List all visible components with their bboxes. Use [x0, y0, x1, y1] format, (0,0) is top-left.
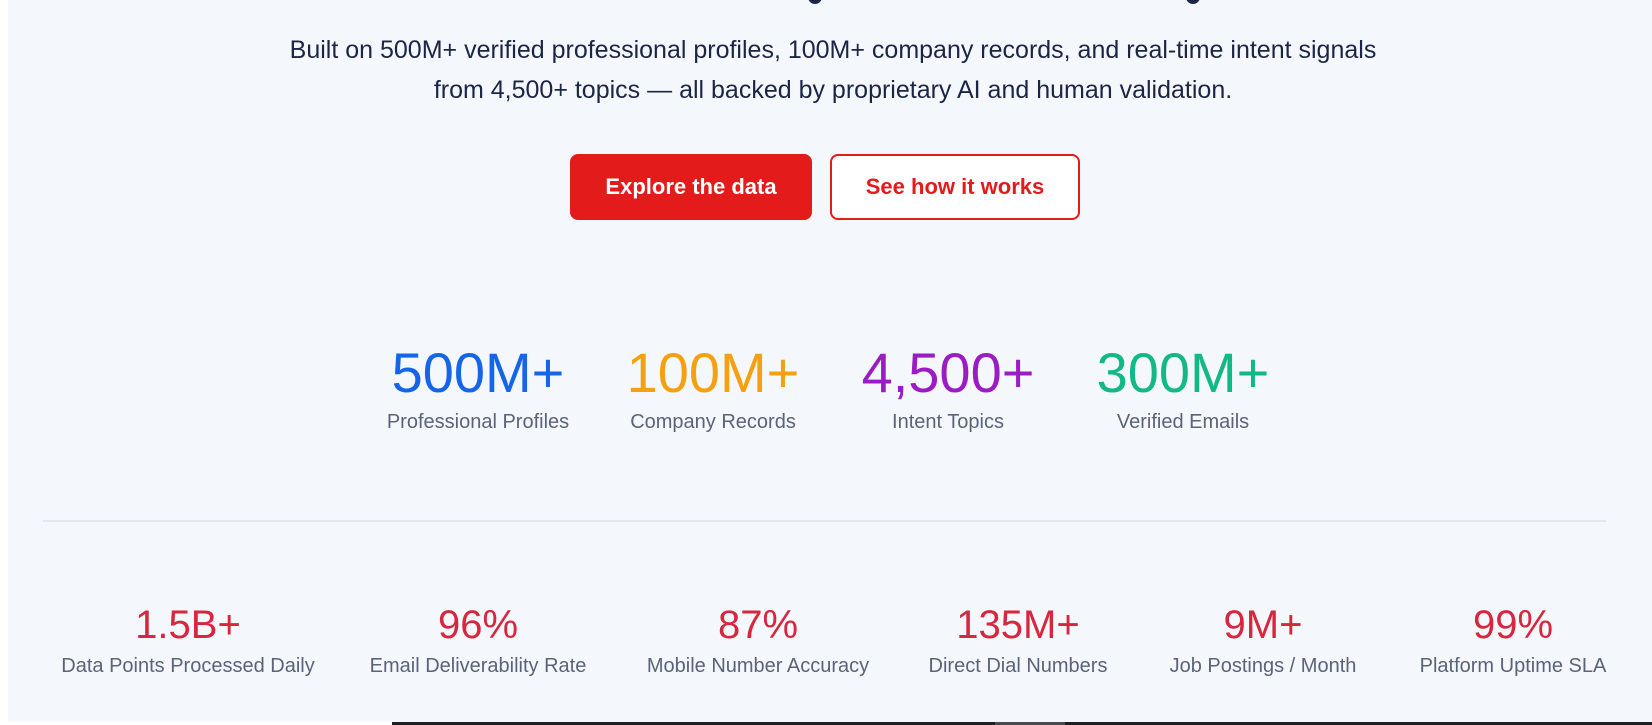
stat-mobile-accuracy: 87% Mobile Number Accuracy	[623, 598, 893, 680]
stat-intent-topics: 4,500+ Intent Topics	[838, 338, 1058, 436]
stat-value: 300M+	[1096, 341, 1270, 404]
stat-company-records: 100M+ Company Records	[613, 338, 813, 436]
stat-label: Data Points Processed Daily	[61, 655, 315, 677]
stat-label: Professional Profiles	[386, 411, 570, 433]
stat-professional-profiles: 500M+ Professional Profiles	[373, 338, 583, 436]
clipped-heading	[8, 0, 1652, 8]
stat-verified-emails: 300M+ Verified Emails	[1078, 338, 1288, 436]
stat-label: Job Postings / Month	[1169, 655, 1357, 677]
stats-section: Built on 500M+ verified professional pro…	[8, 0, 1652, 722]
stat-platform-uptime: 99% Platform Uptime SLA	[1388, 598, 1638, 680]
section-divider	[43, 520, 1606, 522]
stat-value: 500M+	[391, 341, 565, 404]
stat-value: 135M+	[956, 603, 1080, 647]
stat-value: 100M+	[626, 341, 800, 404]
stat-label: Mobile Number Accuracy	[646, 655, 870, 677]
hero-subtitle: Built on 500M+ verified professional pro…	[8, 30, 1652, 110]
stat-label: Platform Uptime SLA	[1419, 655, 1607, 677]
stat-value: 1.5B+	[135, 603, 241, 647]
stat-email-deliverability: 96% Email Deliverability Rate	[348, 598, 608, 680]
clipped-heading-glyph	[1186, 0, 1200, 4]
stat-value: 87%	[717, 603, 799, 647]
hero-subtitle-line-2: from 4,500+ topics — all backed by propr…	[433, 76, 1233, 104]
see-how-it-works-button[interactable]: See how it works	[830, 154, 1080, 220]
stat-value: 99%	[1472, 603, 1554, 647]
clipped-heading-glyph	[808, 0, 822, 4]
primary-stats: 500M+ Professional Profiles 100M+ Compan…	[8, 338, 1652, 448]
stat-value: 96%	[437, 603, 519, 647]
stat-value: 4,500+	[861, 341, 1035, 404]
page: Built on 500M+ verified professional pro…	[0, 0, 1652, 725]
stat-label: Intent Topics	[892, 411, 1004, 433]
explore-data-button[interactable]: Explore the data	[570, 154, 812, 220]
stat-label: Company Records	[630, 411, 796, 433]
stat-value: 9M+	[1223, 603, 1303, 647]
stat-label: Verified Emails	[1116, 411, 1250, 433]
stat-direct-dials: 135M+ Direct Dial Numbers	[903, 598, 1133, 680]
hero-subtitle-line-1: Built on 500M+ verified professional pro…	[289, 36, 1377, 64]
secondary-stats: 1.5B+ Data Points Processed Daily 96% Em…	[8, 598, 1652, 688]
stat-label: Direct Dial Numbers	[928, 655, 1108, 677]
stat-label: Email Deliverability Rate	[369, 655, 587, 677]
stat-data-points: 1.5B+ Data Points Processed Daily	[33, 598, 343, 680]
stat-job-postings: 9M+ Job Postings / Month	[1148, 598, 1378, 680]
